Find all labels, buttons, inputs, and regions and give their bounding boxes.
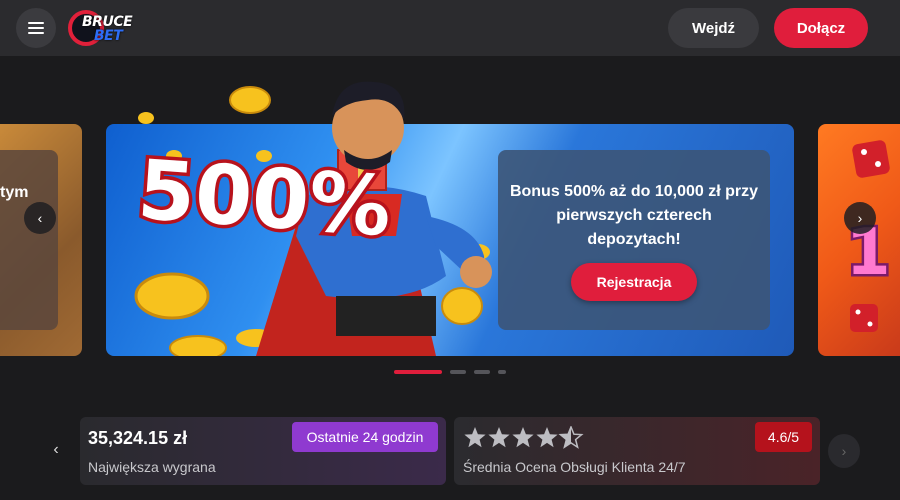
menu-button[interactable] (16, 8, 56, 48)
rating-card: Średnia Ocena Obsługi Klienta 24/7 4.6/5 (454, 417, 820, 485)
hamburger-icon (28, 22, 44, 34)
promo-carousel: tym 500% Bonus 500% aż do 10,000 zł przy… (0, 56, 900, 396)
stats-prev-button[interactable]: ‹ (40, 432, 72, 468)
star-icon (536, 427, 558, 448)
top-header: BRUCE BET Wejdź Dołącz (0, 0, 900, 56)
register-button[interactable]: Rejestracja (571, 263, 697, 301)
chevron-right-icon: › (841, 443, 847, 459)
biggest-win-label: Największa wygrana (88, 459, 216, 475)
carousel-dot-1[interactable] (394, 370, 442, 374)
carousel-pagination (394, 370, 514, 374)
chevron-left-icon: ‹ (37, 210, 43, 226)
previous-slide-text: tym (0, 184, 29, 201)
hero-500-percent: 500% (135, 143, 394, 255)
star-icon (488, 427, 510, 448)
logo-text-bottom: BET (94, 28, 123, 44)
stats-next-button[interactable]: › (828, 434, 860, 468)
join-button[interactable]: Dołącz (774, 8, 868, 48)
login-button[interactable]: Wejdź (668, 8, 759, 48)
bonus-description: Bonus 500% aż do 10,000 zł przy pierwszy… (509, 183, 759, 248)
dice-illustration: 1 (844, 140, 893, 332)
previous-slide[interactable]: tym (0, 124, 82, 356)
hero-illustration: 500% (131, 81, 492, 356)
carousel-dot-4[interactable] (498, 370, 506, 374)
star-icon (464, 427, 486, 448)
rating-stars (464, 426, 583, 448)
carousel-dot-2[interactable] (450, 370, 466, 374)
star-icon (512, 427, 534, 448)
previous-slide-card (0, 150, 58, 330)
star-half-icon (559, 426, 583, 448)
rating-value: 4.6/5 (755, 422, 812, 452)
carousel-next-button[interactable]: › (844, 202, 876, 234)
rating-label: Średnia Ocena Obsługi Klienta 24/7 (463, 459, 686, 475)
biggest-win-card: 35,324.15 zł Największa wygrana Ostatnie… (80, 417, 446, 485)
bonus-card: Bonus 500% aż do 10,000 zł przy pierwszy… (498, 150, 770, 330)
chevron-left-icon: ‹ (53, 441, 59, 458)
brand-logo[interactable]: BRUCE BET (66, 8, 134, 48)
period-badge: Ostatnie 24 godzin (292, 422, 438, 452)
biggest-win-amount: 35,324.15 zł (88, 428, 188, 448)
chevron-right-icon: › (857, 210, 863, 226)
carousel-prev-button[interactable]: ‹ (24, 202, 56, 234)
next-slide[interactable]: 1 (818, 124, 900, 356)
carousel-dot-3[interactable] (474, 370, 490, 374)
